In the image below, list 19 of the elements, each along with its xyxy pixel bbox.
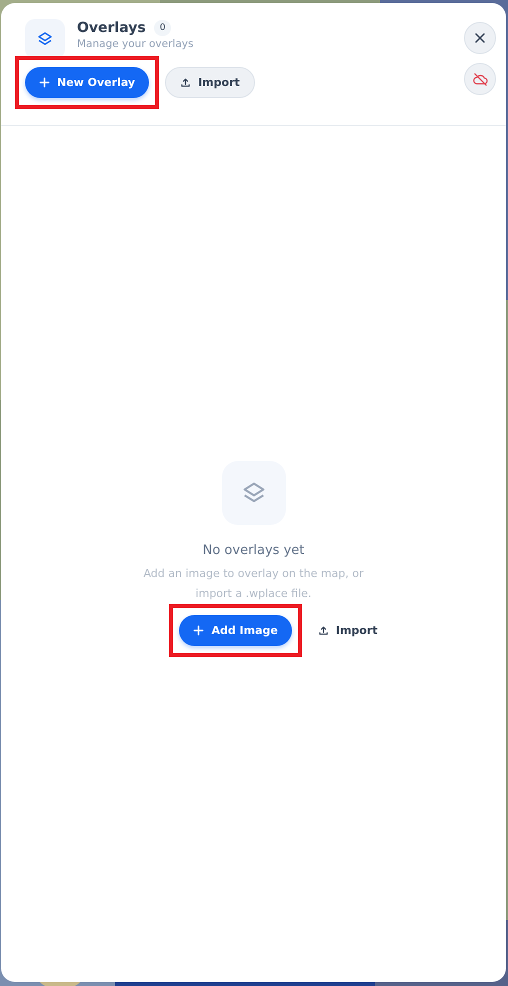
layers-icon <box>222 461 286 525</box>
count-badge: 0 <box>154 20 172 36</box>
close-button[interactable] <box>464 22 496 54</box>
add-button[interactable]: Add Image <box>179 615 292 646</box>
cloud-off-button[interactable] <box>464 63 496 95</box>
import-button[interactable]: Import <box>165 67 255 98</box>
cloud-off-icon <box>472 70 488 88</box>
upload-icon <box>318 625 329 636</box>
plus-icon <box>193 625 204 636</box>
plus-icon <box>39 77 50 88</box>
add-button[interactable]: New Overlay <box>25 67 150 98</box>
panel-subtitle: Manage your overlays <box>77 38 194 50</box>
panel-title: Overlays <box>77 20 146 36</box>
upload-icon <box>180 77 192 88</box>
empty-description: Add an image to overlay on the map, or import a .wplace file. <box>142 566 365 602</box>
layers-icon <box>25 19 65 59</box>
close-icon <box>474 32 486 44</box>
import-button[interactable]: Import <box>312 615 384 646</box>
empty-title: No overlays yet <box>202 543 304 558</box>
